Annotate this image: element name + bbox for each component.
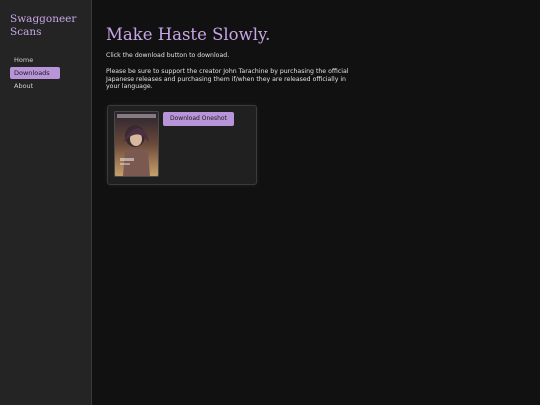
nav-item-about[interactable]: About [10, 80, 60, 92]
cover-image [114, 111, 159, 177]
cover-art [115, 112, 158, 176]
support-notice: Please be sure to support the creator Jo… [106, 68, 349, 91]
main-content: Make Haste Slowly. Click the download bu… [93, 0, 540, 405]
nav-item-downloads[interactable]: Downloads [10, 67, 60, 79]
nav-item-home[interactable]: Home [10, 54, 60, 66]
download-instruction: Click the download button to download. [106, 52, 230, 59]
site-title[interactable]: Swaggoneer Scans [10, 13, 90, 39]
sidebar: Swaggoneer Scans Home Downloads About [0, 0, 92, 405]
page-title: Make Haste Slowly. [106, 25, 271, 44]
download-card: Download Oneshot [107, 105, 257, 185]
download-oneshot-button[interactable]: Download Oneshot [163, 112, 234, 126]
sidebar-nav: Home Downloads About [10, 54, 60, 93]
